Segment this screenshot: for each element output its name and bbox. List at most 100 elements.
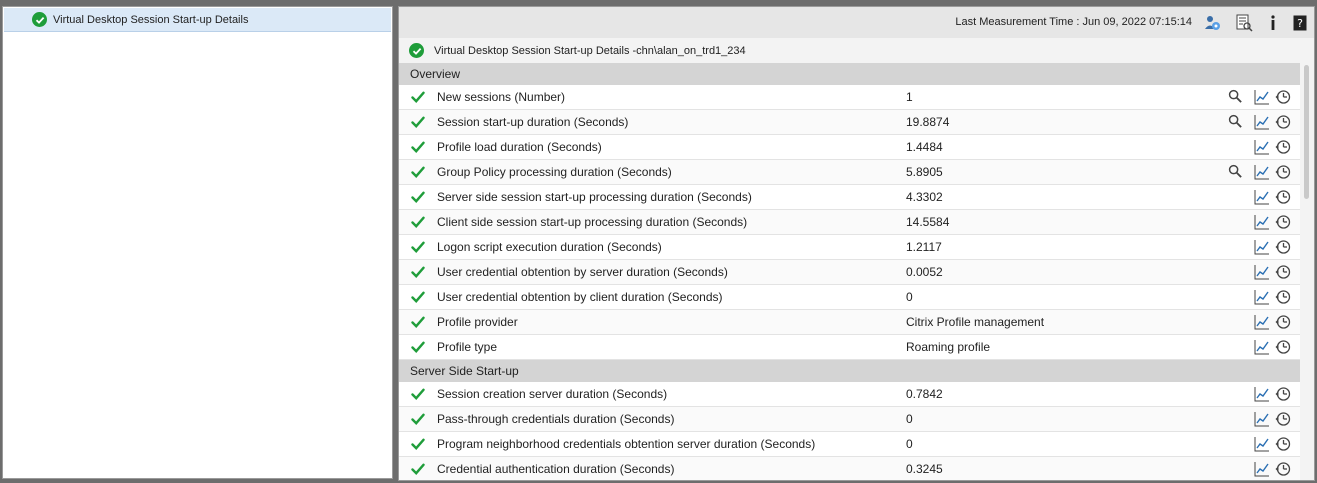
graph-icon[interactable]: [1254, 264, 1271, 280]
history-icon[interactable]: [1275, 461, 1292, 477]
graph-icon[interactable]: [1254, 461, 1271, 477]
history-icon[interactable]: [1275, 89, 1292, 105]
check-icon: [411, 315, 425, 329]
check-icon: [411, 240, 425, 254]
measure-name: Group Policy processing duration (Second…: [437, 165, 672, 179]
history-icon[interactable]: [1275, 214, 1292, 230]
graph-icon[interactable]: [1254, 314, 1271, 330]
measure-name: Profile load duration (Seconds): [437, 140, 602, 154]
measure-value: 1: [906, 90, 913, 104]
measure-name: Profile provider: [437, 315, 518, 329]
history-icon[interactable]: [1275, 239, 1292, 255]
measure-value: Roaming profile: [906, 340, 991, 354]
help-icon[interactable]: ?: [1289, 12, 1311, 34]
status-ok-icon: [32, 12, 47, 27]
last-measurement-time: Last Measurement Time : Jun 09, 2022 07:…: [955, 16, 1192, 28]
table-row[interactable]: User credential obtention by client dura…: [399, 285, 1300, 310]
toolbar: Last Measurement Time : Jun 09, 2022 07:…: [399, 7, 1314, 39]
measure-value: 0.3245: [906, 462, 943, 476]
measure-name: User credential obtention by client dura…: [437, 290, 723, 304]
measure-value: Citrix Profile management: [906, 315, 1045, 329]
table-row[interactable]: Pass-through credentials duration (Secon…: [399, 407, 1300, 432]
measure-name: Client side session start-up processing …: [437, 215, 748, 229]
table-row[interactable]: Client side session start-up processing …: [399, 210, 1300, 235]
search-icon[interactable]: [1228, 89, 1245, 105]
status-ok-icon: [409, 43, 424, 58]
table-row[interactable]: Session start-up duration (Seconds) 19.88…: [399, 110, 1300, 135]
table-row[interactable]: Credential authentication duration (Seco…: [399, 457, 1300, 480]
history-icon[interactable]: [1275, 164, 1292, 180]
measure-name: Server side session start-up processing …: [437, 190, 752, 204]
graph-icon[interactable]: [1254, 289, 1271, 305]
graph-icon[interactable]: [1254, 189, 1271, 205]
table-row[interactable]: Profile provider Citrix Profile managemen…: [399, 310, 1300, 335]
table-row[interactable]: Logon script execution duration (Seconds…: [399, 235, 1300, 260]
info-icon[interactable]: [1262, 12, 1284, 34]
check-icon: [411, 115, 425, 129]
measure-value: 14.5584: [906, 215, 950, 229]
table-row[interactable]: Group Policy processing duration (Second…: [399, 160, 1300, 185]
panel-title-bar: Virtual Desktop Session Start-up Details…: [399, 38, 1314, 63]
measure-value: 19.8874: [906, 115, 950, 129]
measure-name: New sessions (Number): [437, 90, 566, 104]
search-icon[interactable]: [1228, 114, 1245, 130]
table-row[interactable]: Profile type Roaming profile: [399, 335, 1300, 360]
scrollbar-thumb[interactable]: [1304, 65, 1309, 199]
history-icon[interactable]: [1275, 264, 1292, 280]
graph-icon[interactable]: [1254, 89, 1271, 105]
graph-icon[interactable]: [1254, 386, 1271, 402]
history-icon[interactable]: [1275, 314, 1292, 330]
table-row[interactable]: Server side session start-up processing …: [399, 185, 1300, 210]
check-icon: [411, 437, 425, 451]
check-icon: [411, 412, 425, 426]
section-header: Overview: [399, 63, 1300, 85]
graph-icon[interactable]: [1254, 214, 1271, 230]
history-icon[interactable]: [1275, 139, 1292, 155]
measure-value: 5.8905: [906, 165, 943, 179]
measure-value: 0: [906, 412, 913, 426]
vertical-scrollbar[interactable]: [1300, 63, 1314, 480]
table-row[interactable]: New sessions (Number) 1: [399, 85, 1300, 110]
graph-icon[interactable]: [1254, 239, 1271, 255]
measure-value: 1.4484: [906, 140, 943, 154]
table-row[interactable]: User credential obtention by server dura…: [399, 260, 1300, 285]
history-icon[interactable]: [1275, 114, 1292, 130]
history-icon[interactable]: [1275, 436, 1292, 452]
user-settings-icon[interactable]: [1201, 12, 1223, 34]
graph-icon[interactable]: [1254, 411, 1271, 427]
search-icon[interactable]: [1228, 164, 1245, 180]
history-icon[interactable]: [1275, 339, 1292, 355]
measure-value: 0.7842: [906, 387, 943, 401]
graph-icon[interactable]: [1254, 339, 1271, 355]
measure-value: 4.3302: [906, 190, 943, 204]
panel-title: Virtual Desktop Session Start-up Details…: [434, 44, 746, 57]
section-header: Server Side Start-up: [399, 360, 1300, 382]
measure-value: 0: [906, 290, 913, 304]
measure-name: Program neighborhood credentials obtenti…: [437, 437, 816, 451]
table-row[interactable]: Profile load duration (Seconds) 1.4484: [399, 135, 1300, 160]
check-icon: [411, 165, 425, 179]
check-icon: [411, 290, 425, 304]
check-icon: [411, 215, 425, 229]
measure-name: Pass-through credentials duration (Secon…: [437, 412, 675, 426]
check-icon: [411, 90, 425, 104]
check-icon: [411, 340, 425, 354]
table-row[interactable]: Session creation server duration (Second…: [399, 382, 1300, 407]
history-icon[interactable]: [1275, 289, 1292, 305]
check-icon: [411, 190, 425, 204]
history-icon[interactable]: [1275, 386, 1292, 402]
table-row[interactable]: Program neighborhood credentials obtenti…: [399, 432, 1300, 457]
measure-name: Logon script execution duration (Seconds…: [437, 240, 662, 254]
check-icon: [411, 265, 425, 279]
graph-icon[interactable]: [1254, 436, 1271, 452]
check-icon: [411, 387, 425, 401]
history-icon[interactable]: [1275, 189, 1292, 205]
details-panel: Last Measurement Time : Jun 09, 2022 07:…: [398, 6, 1315, 481]
graph-icon[interactable]: [1254, 164, 1271, 180]
tree-item-session-startup[interactable]: Virtual Desktop Session Start-up Details: [4, 8, 391, 32]
graph-icon[interactable]: [1254, 114, 1271, 130]
history-icon[interactable]: [1275, 411, 1292, 427]
graph-icon[interactable]: [1254, 139, 1271, 155]
report-icon[interactable]: [1233, 12, 1255, 34]
check-icon: [411, 462, 425, 476]
